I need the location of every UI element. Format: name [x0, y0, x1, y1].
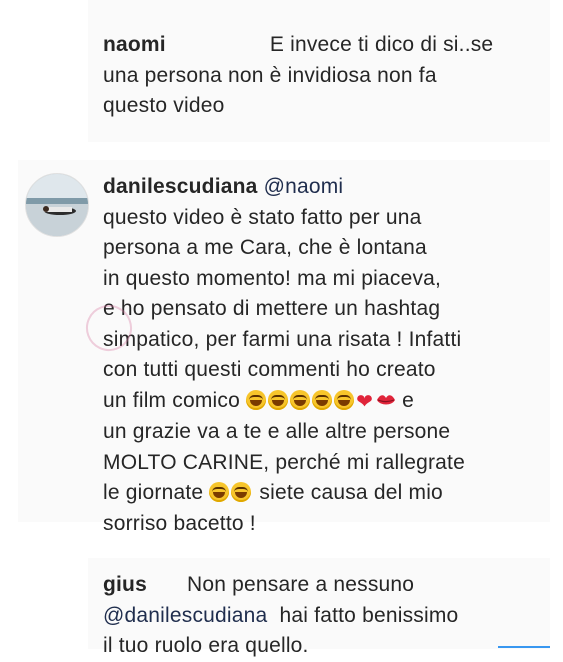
comment-text: questo video è stato fatto per una	[103, 205, 422, 229]
face-with-tears-of-joy-icon	[246, 389, 267, 410]
comment-text: con tutti questi commenti ho creato	[103, 358, 436, 381]
comment-danilescudiana: danilescudiana @naomi questo video è sta…	[103, 172, 548, 539]
face-with-tears-of-joy-icon	[312, 389, 333, 410]
face-with-tears-of-joy-icon	[231, 482, 252, 502]
comment-gius: gius Non pensare a nessuno @danilescudian…	[103, 570, 553, 662]
face-with-tears-of-joy-icon	[268, 389, 289, 410]
comment-text: in questo momento! ma mi piaceva,	[103, 266, 442, 290]
red-heart-icon: ❤	[356, 390, 374, 413]
avatar-image	[26, 174, 88, 236]
comment-username[interactable]: naomi	[103, 33, 166, 56]
comment-text: le giornate	[103, 481, 204, 504]
comment-text: un film comico	[103, 388, 241, 412]
comment-text: una persona non è invidiosa non fa	[103, 63, 437, 87]
comment-text: e	[402, 388, 414, 412]
comment-text: un grazie va a te e alle altre persone	[103, 420, 451, 443]
comment-text: E invece ti dico di si..se	[269, 33, 494, 56]
comment-text: simpatico, per farmi una risata ! Infatt…	[103, 327, 462, 351]
comment-text: e ho pensato di mettere un hashtag	[103, 297, 441, 320]
scroll-indicator	[498, 646, 550, 648]
comment-text: persona a me Cara, che è lontana	[103, 236, 427, 259]
comment-text: sorriso bacetto !	[103, 511, 256, 535]
face-with-tears-of-joy-icon	[334, 389, 355, 410]
comment-username[interactable]: danilescudiana	[103, 175, 258, 198]
comment-username[interactable]: gius	[103, 573, 147, 596]
comment-naomi: naomi E invece ti dico di si..se una pers…	[103, 30, 553, 122]
comment-text: Non pensare a nessuno	[186, 573, 415, 596]
comment-text: il tuo ruolo era quello.	[103, 634, 309, 657]
mention-link[interactable]: @naomi	[264, 175, 344, 198]
comment-text: MOLTO CARINE, perché mi rallegrate	[103, 450, 465, 474]
mention-link[interactable]: @danilescudiana	[103, 604, 267, 627]
kiss-mark-icon	[377, 394, 396, 404]
comment-text: hai fatto benissimo	[279, 603, 459, 627]
comment-text: siete causa del mio	[259, 481, 443, 504]
avatar[interactable]	[25, 173, 89, 237]
comment-text: questo video	[103, 94, 225, 117]
face-with-tears-of-joy-icon	[290, 389, 311, 410]
face-with-tears-of-joy-icon	[209, 482, 230, 502]
